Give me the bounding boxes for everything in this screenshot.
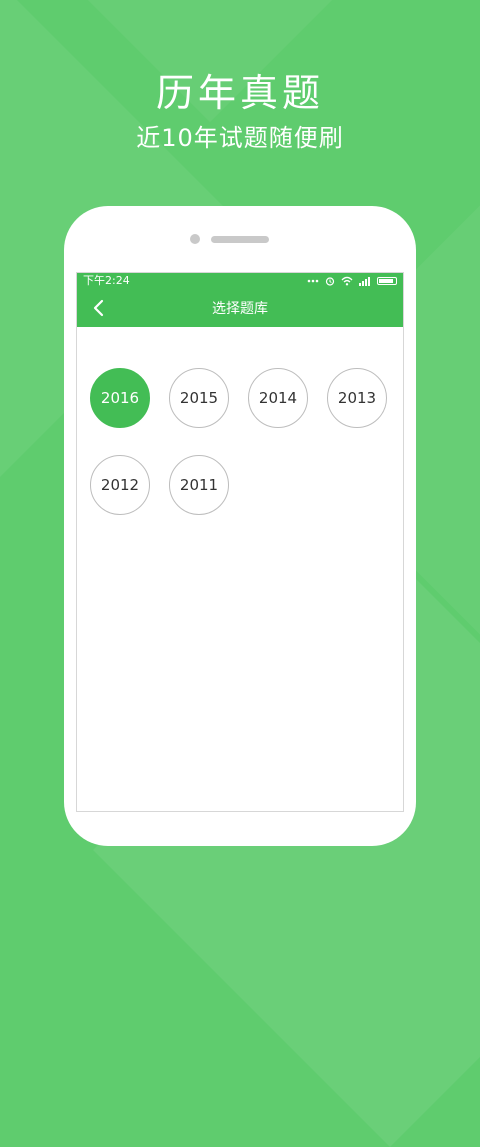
back-button[interactable] <box>85 295 111 321</box>
phone-speaker <box>211 236 269 243</box>
promo-title: 历年真题 <box>155 71 324 115</box>
chevron-left-icon <box>93 299 104 317</box>
phone-camera <box>190 234 200 244</box>
promo-subtitle: 近10年试题随便刷 <box>136 124 344 152</box>
year-option[interactable]: 2016 <box>90 368 150 428</box>
year-option[interactable]: 2011 <box>169 455 229 515</box>
status-icons <box>307 276 397 286</box>
toolbar: 选择题库 <box>77 289 403 327</box>
phone-frame: 下午2:24 选择题库 2016 2015 2014 2013 2012 201… <box>64 206 416 846</box>
page-title: 选择题库 <box>212 301 268 317</box>
year-grid: 2016 2015 2014 2013 2012 2011 <box>90 368 400 515</box>
battery-icon <box>377 277 397 285</box>
year-option[interactable]: 2013 <box>327 368 387 428</box>
year-option[interactable]: 2014 <box>248 368 308 428</box>
status-bar: 下午2:24 <box>77 273 403 289</box>
status-time: 下午2:24 <box>83 274 130 287</box>
phone-screen: 下午2:24 选择题库 2016 2015 2014 2013 2012 201… <box>76 272 404 812</box>
alarm-icon <box>325 276 335 286</box>
more-dots-icon <box>307 279 319 283</box>
signal-icon <box>359 276 371 286</box>
year-option[interactable]: 2012 <box>90 455 150 515</box>
wifi-icon <box>341 276 353 286</box>
year-option[interactable]: 2015 <box>169 368 229 428</box>
